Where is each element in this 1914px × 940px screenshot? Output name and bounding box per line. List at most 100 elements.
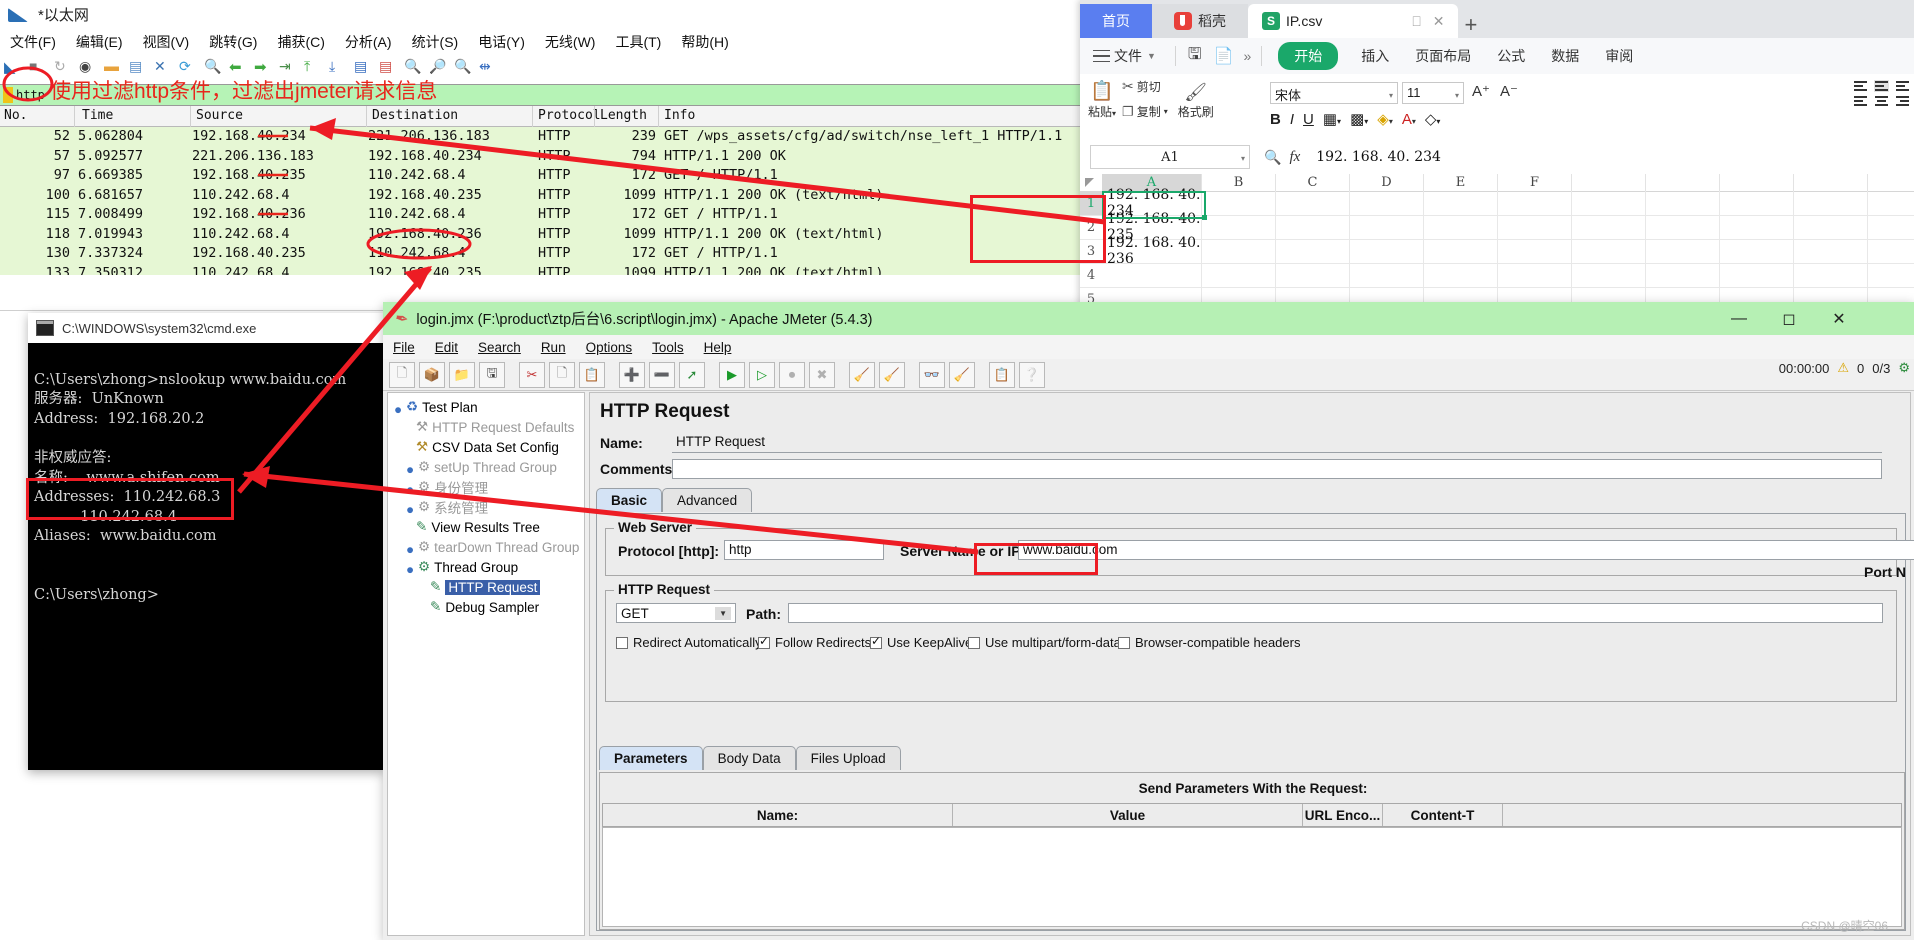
alignment-group[interactable]: [1853, 80, 1910, 107]
cmd-console-output[interactable]: C:\Users\zhong>nslookup www.baidu.com 服务…: [28, 343, 384, 770]
cut-button[interactable]: ✂ 剪切: [1122, 78, 1168, 95]
menu-goto[interactable]: 跳转(G): [199, 30, 267, 54]
decrease-font-size-icon[interactable]: A⁻: [1500, 82, 1518, 100]
tree-node-thread-group[interactable]: ● ⚙ Thread Group: [388, 557, 584, 577]
cell-E4[interactable]: [1424, 263, 1498, 287]
menu-wireless[interactable]: 无线(W): [535, 30, 606, 54]
font-color-icon[interactable]: A▾: [1402, 111, 1416, 128]
grid-row[interactable]: 1 192. 168. 40. 234: [1080, 187, 1914, 219]
expander-icon[interactable]: ●: [406, 502, 416, 517]
grid-row[interactable]: 2 192. 168. 40. 235: [1080, 211, 1914, 243]
checkbox-box[interactable]: [968, 636, 980, 649]
cell-I4[interactable]: [1720, 263, 1794, 287]
checkbox-redirect-automatically[interactable]: Redirect Automatically: [616, 635, 762, 650]
cell-C2[interactable]: [1276, 215, 1350, 239]
table-header-name[interactable]: Name:: [603, 804, 953, 826]
cell-G1[interactable]: [1572, 191, 1646, 215]
cut-icon[interactable]: ✂: [519, 361, 545, 388]
wps-ribbon-tabs[interactable]: 文件 ▼ 🖫 📄 » 开始 插入 页面布局 公式 数据 审阅: [1080, 38, 1914, 74]
stop-capture-icon[interactable]: ■: [29, 58, 51, 78]
save-icon[interactable]: 🖫: [479, 361, 505, 388]
cell-C1[interactable]: [1276, 191, 1350, 215]
filter-bookmark-icon[interactable]: [3, 87, 13, 103]
wps-tab-home[interactable]: 首页: [1080, 4, 1152, 38]
cell-C3[interactable]: [1276, 239, 1350, 263]
ribbon-tab-formula[interactable]: 公式: [1484, 46, 1538, 66]
checkbox-follow-redirects[interactable]: Follow Redirects: [758, 634, 871, 650]
checkbox-box[interactable]: [870, 634, 882, 649]
borders-icon[interactable]: ▦▾: [1323, 110, 1341, 128]
column-header-row[interactable]: A B C D E F: [1080, 174, 1914, 192]
menu-edit[interactable]: 编辑(E): [66, 30, 133, 54]
cell-H1[interactable]: [1646, 191, 1720, 215]
menu-statistics[interactable]: 统计(S): [402, 30, 469, 54]
paste-button[interactable]: 📋 粘贴▾: [1088, 79, 1116, 120]
new-tab-icon[interactable]: +: [1464, 12, 1477, 38]
tree-node-csv-data-set-config[interactable]: ⚒ CSV Data Set Config: [388, 437, 584, 457]
ribbon-tab-pagelayout[interactable]: 页面布局: [1402, 46, 1484, 66]
shutdown-icon[interactable]: ✖: [809, 361, 835, 388]
menu-telephony[interactable]: 电话(Y): [468, 30, 535, 54]
menu-view[interactable]: 视图(V): [133, 30, 200, 54]
cell-E3[interactable]: [1424, 239, 1498, 263]
grid-row[interactable]: 4: [1080, 263, 1914, 288]
checkbox-box[interactable]: [1118, 636, 1130, 649]
table-header-value[interactable]: Value: [953, 804, 1303, 826]
menu-analyze[interactable]: 分析(A): [335, 30, 402, 54]
search-icon[interactable]: 👓: [919, 361, 945, 388]
close-tab-icon[interactable]: ✕: [1433, 13, 1445, 30]
tree-node-test-plan[interactable]: ● ♻ Test Plan: [388, 397, 584, 417]
cell-J2[interactable]: [1794, 215, 1868, 239]
path-input[interactable]: [788, 603, 1883, 623]
fill-color-icon[interactable]: ◈▾: [1377, 110, 1393, 128]
cell-I3[interactable]: [1720, 239, 1794, 263]
wps-file-menu[interactable]: 文件 ▼: [1080, 46, 1169, 66]
cell-F4[interactable]: [1498, 263, 1572, 287]
tree-node-identity-mgmt[interactable]: ● ⚙ 身份管理: [388, 477, 584, 497]
font-size-select[interactable]: 11 ▾: [1402, 82, 1464, 104]
align-left-icon[interactable]: [1853, 95, 1868, 107]
name-input[interactable]: HTTP Request: [672, 433, 1882, 453]
wps-tab-file[interactable]: S IP.csv ⎕ ✕: [1248, 4, 1459, 38]
cell-A4[interactable]: [1102, 263, 1202, 287]
subtab-files-upload[interactable]: Files Upload: [795, 746, 901, 770]
cell-B1[interactable]: [1202, 191, 1276, 215]
row-header-4[interactable]: 4: [1080, 263, 1102, 287]
cell-F1[interactable]: [1498, 191, 1572, 215]
cell-G2[interactable]: [1572, 215, 1646, 239]
menu-tools[interactable]: 工具(T): [605, 30, 671, 54]
basic-advanced-tabs[interactable]: Basic Advanced: [596, 488, 753, 512]
cell-I1[interactable]: [1720, 191, 1794, 215]
cell-J3[interactable]: [1794, 239, 1868, 263]
expander-icon[interactable]: ●: [406, 542, 416, 557]
menu-help[interactable]: Help: [694, 338, 742, 357]
wps-grid[interactable]: A B C D E F 1 192. 168. 40. 234 2 192. 1…: [1080, 174, 1914, 312]
name-box[interactable]: A1 ▾: [1090, 145, 1250, 169]
servername-input[interactable]: www.baidu.com: [1018, 540, 1914, 560]
search-icon[interactable]: 🔍: [1264, 149, 1281, 166]
cell-G3[interactable]: [1572, 239, 1646, 263]
merge-cells-icon[interactable]: ▩▾: [1350, 110, 1368, 128]
cell-E1[interactable]: [1424, 191, 1498, 215]
cell-I2[interactable]: [1720, 215, 1794, 239]
copy-button[interactable]: ❐ 复制 ▾: [1122, 103, 1168, 120]
ribbon-tab-review[interactable]: 审阅: [1592, 46, 1646, 66]
warning-icon[interactable]: ⚠: [1837, 360, 1849, 376]
cell-E2[interactable]: [1424, 215, 1498, 239]
tree-node-debug-sampler[interactable]: ✎ Debug Sampler: [388, 597, 584, 617]
col-header-F[interactable]: F: [1498, 174, 1572, 191]
parameters-body-files-tabs[interactable]: Parameters Body Data Files Upload: [599, 746, 901, 770]
close-button[interactable]: ✕: [1814, 302, 1864, 335]
menu-edit[interactable]: Edit: [425, 338, 468, 357]
font-style-group[interactable]: B I U ▦▾ ▩▾ ◈▾ A▾ ◇▾: [1270, 110, 1440, 129]
start-icon[interactable]: ▶: [719, 361, 745, 388]
tree-node-http-request[interactable]: ✎ HTTP Request: [388, 577, 584, 597]
wps-formula-bar[interactable]: A1 ▾ 🔍 fx 192. 168. 40. 234: [1080, 140, 1914, 174]
col-header-I[interactable]: [1720, 174, 1794, 191]
align-top-icon[interactable]: [1853, 80, 1868, 92]
cell-B2[interactable]: [1202, 215, 1276, 239]
save-icon[interactable]: 🖫: [1182, 43, 1208, 70]
underline-button[interactable]: U: [1303, 111, 1314, 128]
cell-F3[interactable]: [1498, 239, 1572, 263]
menu-file[interactable]: File: [383, 338, 425, 357]
